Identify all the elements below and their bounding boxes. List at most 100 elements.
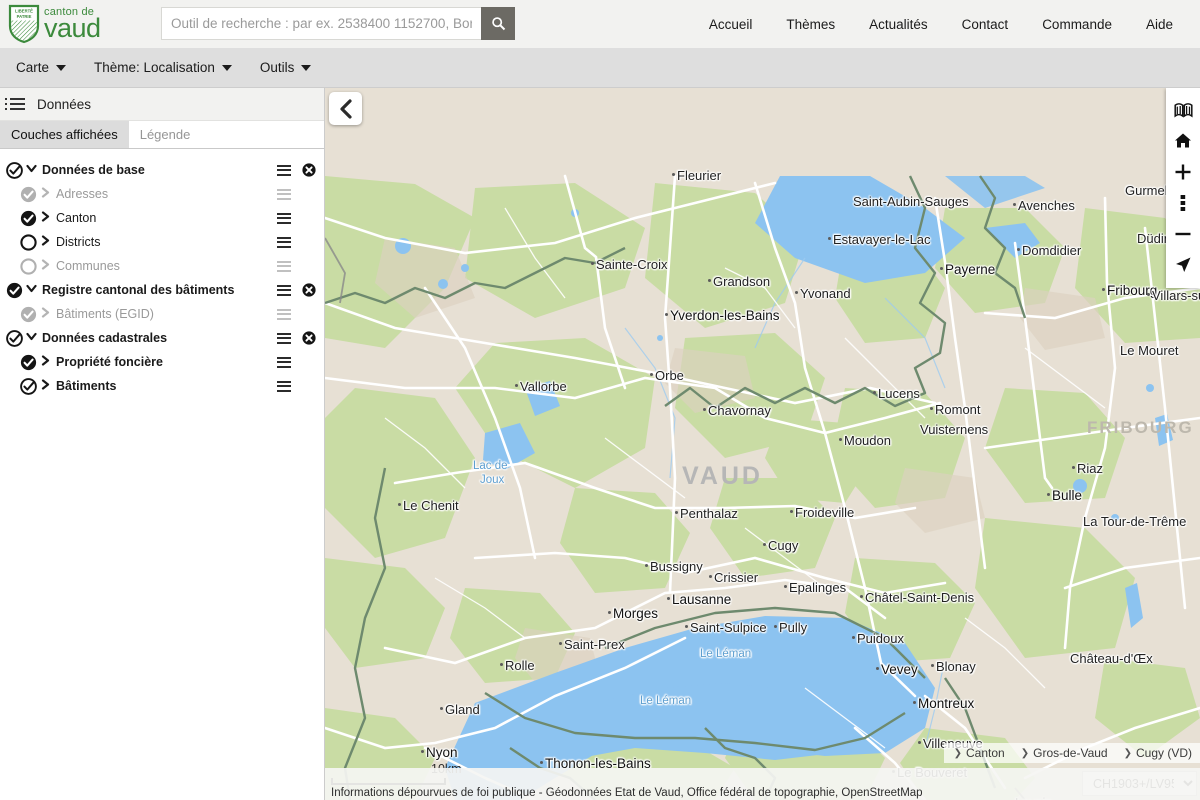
map-place-dot [650, 373, 653, 376]
layer-row[interactable]: Propriété foncière [0, 350, 324, 374]
nav-link-contact[interactable]: Contact [945, 17, 1026, 32]
nav-link-actualites[interactable]: Actualités [852, 17, 945, 32]
nav-link-commande[interactable]: Commande [1025, 17, 1129, 32]
layer-menu-icon[interactable] [277, 260, 291, 272]
chevron-right-icon: ❯ [953, 747, 963, 759]
zoom-out-button[interactable] [1166, 218, 1200, 249]
more-options-button[interactable] [1166, 187, 1200, 218]
layer-name: Données de base [42, 163, 145, 177]
map-place-dot [672, 173, 675, 176]
chevron-right-icon[interactable] [37, 187, 54, 201]
tab-legende[interactable]: Légende [129, 121, 202, 148]
map-place-dot [540, 761, 543, 764]
layer-visibility-checkbox[interactable] [20, 354, 37, 371]
basemap-selector-button[interactable] [1166, 94, 1200, 125]
layer-row[interactable]: Bâtiments (EGID) [0, 302, 324, 326]
nav-link-aide[interactable]: Aide [1129, 17, 1190, 32]
layer-row[interactable]: Canton [0, 206, 324, 230]
layer-menu-icon[interactable] [277, 212, 291, 224]
layer-menu-icon[interactable] [277, 308, 291, 320]
map-place-dot [1072, 466, 1075, 469]
map-place-dot [918, 741, 921, 744]
layer-row-actions [277, 308, 316, 320]
geolocate-icon [1176, 257, 1191, 272]
layer-row[interactable]: Données de base [0, 158, 324, 182]
layer-name: Registre cantonal des bâtiments [42, 283, 235, 297]
list-icon [5, 98, 25, 110]
map-viewport[interactable]: Fleurier Saint-Aubin-Sauges Avenches Gurmel… [325, 88, 1200, 800]
menu-carte[interactable]: Carte [2, 60, 80, 75]
layer-visibility-checkbox[interactable] [20, 210, 37, 227]
menu-outils[interactable]: Outils [246, 60, 326, 75]
layer-name: Propriété foncière [56, 355, 163, 369]
layer-row-actions [277, 260, 316, 272]
breadcrumb-item-commune[interactable]: ❯ Cugy (VD) [1124, 746, 1192, 760]
geolocate-button[interactable] [1166, 249, 1200, 280]
layer-visibility-checkbox[interactable] [6, 329, 23, 347]
map-place-dot [1047, 493, 1050, 496]
layer-row-actions [277, 283, 316, 297]
chevron-right-icon[interactable] [37, 211, 54, 225]
layer-row[interactable]: Registre cantonal des bâtiments [0, 278, 324, 302]
layer-visibility-checkbox[interactable] [20, 377, 37, 395]
layer-row[interactable]: Districts [0, 230, 324, 254]
sidebar-collapse-button[interactable] [329, 92, 362, 125]
remove-layer-icon[interactable] [302, 331, 316, 345]
layer-visibility-checkbox[interactable] [20, 186, 37, 203]
map-place-dot [940, 267, 943, 270]
breadcrumb-item-district[interactable]: ❯ Gros-de-Vaud [1021, 746, 1108, 760]
chevron-right-icon[interactable] [37, 379, 54, 393]
chevron-right-icon[interactable] [37, 307, 54, 321]
chevron-right-icon[interactable] [37, 235, 54, 249]
layer-name: Canton [56, 211, 97, 225]
layer-row[interactable]: Bâtiments [0, 374, 324, 398]
menu-theme[interactable]: Thème: Localisation [80, 60, 246, 75]
map-place-dot [1013, 203, 1016, 206]
layer-menu-icon[interactable] [277, 164, 291, 176]
zoom-in-button[interactable] [1166, 156, 1200, 187]
map-place-dot [703, 408, 706, 411]
chevron-right-icon[interactable] [37, 259, 54, 273]
layer-menu-icon[interactable] [277, 356, 291, 368]
layer-menu-icon[interactable] [277, 188, 291, 200]
vaud-coat-of-arms-icon: LIBERTÉ PATRIE [8, 4, 40, 44]
chevron-down-icon[interactable] [23, 332, 40, 344]
layer-visibility-checkbox[interactable] [6, 161, 23, 179]
chevron-down-icon[interactable] [23, 164, 40, 176]
layer-menu-icon[interactable] [277, 284, 291, 296]
map-place-dot [1147, 293, 1150, 296]
search-submit-button[interactable] [481, 7, 515, 40]
nav-link-accueil[interactable]: Accueil [692, 17, 770, 32]
breadcrumb-item-canton[interactable]: ❯ Canton [954, 746, 1005, 760]
nav-link-themes[interactable]: Thèmes [769, 17, 852, 32]
map-place-dot [860, 595, 863, 598]
main-body: Données Couches affichées Légende Donnée… [0, 88, 1200, 800]
remove-layer-icon[interactable] [302, 163, 316, 177]
layer-visibility-checkbox[interactable] [6, 282, 23, 299]
more-vertical-icon [1180, 194, 1186, 211]
map-footer: Informations dépourvues de foi publique … [325, 768, 1200, 800]
layer-menu-icon[interactable] [277, 380, 291, 392]
tab-couches-affichees[interactable]: Couches affichées [0, 121, 129, 148]
chevron-down-icon[interactable] [23, 284, 40, 296]
chevron-right-icon[interactable] [37, 355, 54, 369]
app-root: LIBERTÉ PATRIE canton de vaud Accueil Th… [0, 0, 1200, 800]
svg-text:PATRIE: PATRIE [17, 14, 32, 19]
layer-menu-icon[interactable] [277, 236, 291, 248]
layer-visibility-checkbox[interactable] [20, 306, 37, 323]
layer-row-actions [277, 212, 316, 224]
layer-row[interactable]: Communes [0, 254, 324, 278]
vaud-logo[interactable]: LIBERTÉ PATRIE canton de vaud [0, 4, 150, 44]
layer-menu-icon[interactable] [277, 332, 291, 344]
layer-visibility-checkbox[interactable] [20, 233, 37, 251]
zoom-home-button[interactable] [1166, 125, 1200, 156]
remove-layer-icon[interactable] [302, 283, 316, 297]
layer-name: Adresses [56, 187, 109, 201]
layer-row[interactable]: Données cadastrales [0, 326, 324, 350]
layer-visibility-checkbox[interactable] [20, 257, 37, 275]
layer-row-actions [277, 163, 316, 177]
search-input[interactable] [161, 7, 481, 40]
layer-row[interactable]: Adresses [0, 182, 324, 206]
zoom-out-icon [1175, 232, 1191, 235]
layer-tree: Données de base Adresses Canton District… [0, 149, 324, 398]
